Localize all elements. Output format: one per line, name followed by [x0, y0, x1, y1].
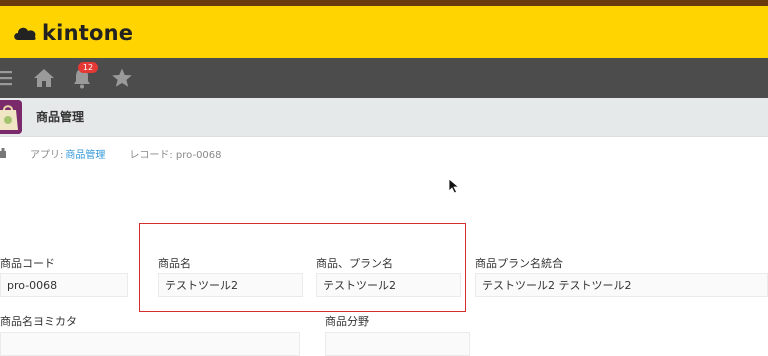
- app-title: 商品管理: [36, 110, 85, 124]
- plan-name-combined-label: 商品プラン名統合: [475, 257, 563, 270]
- logo-text: kintone: [42, 21, 134, 45]
- product-name-kana-label: 商品名ヨミカタ: [0, 315, 77, 328]
- nav-bar: [0, 58, 768, 98]
- star-icon[interactable]: [110, 66, 134, 90]
- kintone-logo[interactable]: kintone: [12, 20, 133, 46]
- mouse-cursor-icon: [448, 178, 460, 194]
- breadcrumb-record: レコード: pro-0068: [129, 149, 222, 161]
- highlight-box: [139, 223, 466, 312]
- menu-icon[interactable]: [0, 66, 18, 90]
- app-header: [0, 98, 768, 137]
- product-category-value: [325, 332, 470, 356]
- breadcrumb: アプリ: 商品管理 レコード: pro-0068: [0, 145, 222, 161]
- product-category-label: 商品分野: [325, 315, 369, 328]
- shopping-bag-icon: [0, 100, 22, 134]
- app-icon[interactable]: [0, 100, 22, 134]
- product-name-kana-value: [0, 332, 300, 356]
- breadcrumb-app-link[interactable]: 商品管理: [65, 146, 105, 161]
- product-code-label: 商品コード: [0, 257, 55, 270]
- header-bar: kintone: [0, 6, 768, 58]
- product-code-value: pro-0068: [0, 273, 128, 297]
- cloud-logo-icon: [14, 27, 36, 40]
- notification-badge: 12: [78, 62, 98, 73]
- home-icon[interactable]: [0, 148, 8, 158]
- breadcrumb-app-label: アプリ:: [30, 149, 64, 161]
- plan-name-combined-value: テストツール2 テストツール2: [475, 273, 768, 297]
- home-icon[interactable]: [32, 66, 56, 90]
